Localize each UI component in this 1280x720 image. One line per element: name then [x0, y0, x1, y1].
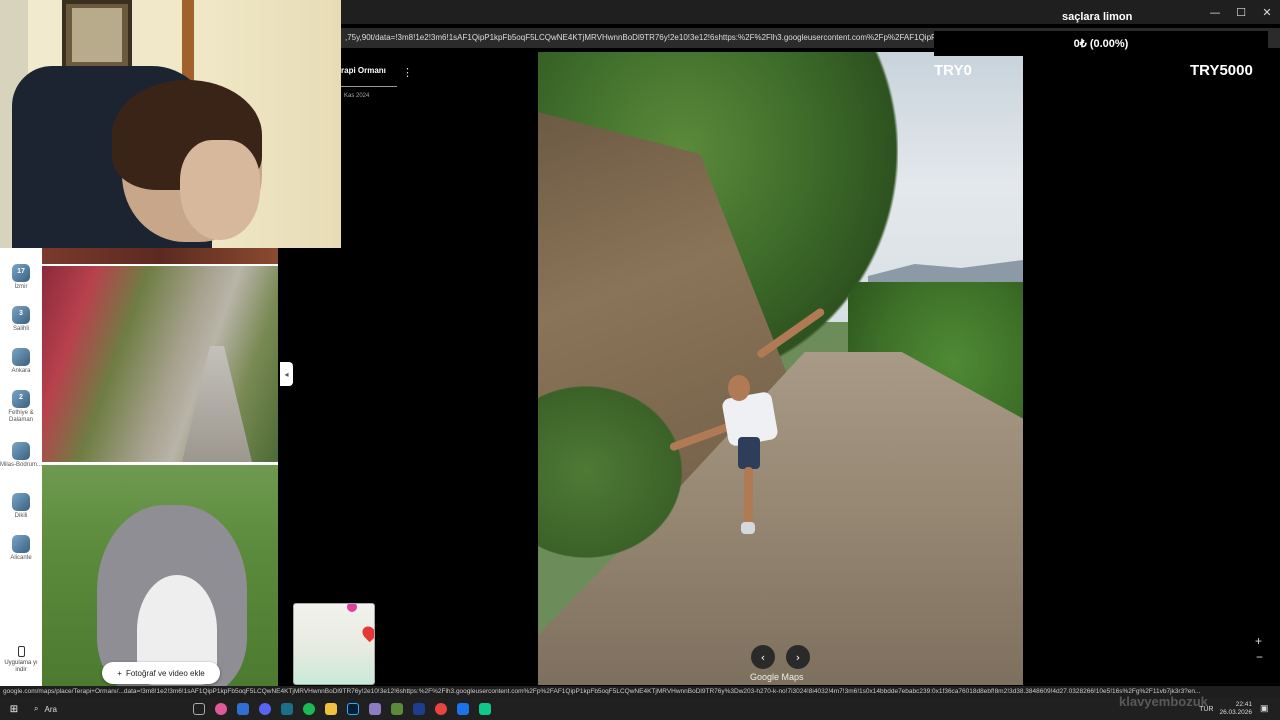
add-photo-button[interactable]: + Fotoğraf ve video ekle	[102, 662, 220, 684]
rail-item-label: Salihli	[12, 326, 29, 332]
window-controls: — ☐ ✕	[1202, 0, 1280, 24]
photoshop-icon[interactable]	[342, 698, 364, 720]
location-marker-icon	[347, 604, 357, 612]
game-controller-icon[interactable]	[364, 698, 386, 720]
search-icon: ⌕	[34, 704, 39, 713]
person-leg	[744, 467, 753, 527]
photo-thumbnail[interactable]	[42, 266, 278, 462]
saved-places-rail: 17 İzmir 3 Salihli Ankara 2 Fethiye & Da…	[0, 248, 42, 688]
webcam-overlay	[0, 0, 341, 248]
next-photo-button[interactable]: ›	[786, 645, 810, 669]
rail-item-fethiye[interactable]: 2 Fethiye & Dalaman	[0, 390, 42, 424]
photo-thumbnail[interactable]	[42, 465, 278, 688]
place-thumbnail: 17	[12, 264, 30, 282]
rail-item-dikili[interactable]: Dikili	[0, 493, 42, 520]
rail-item-label: Ankara	[11, 368, 31, 374]
main-photo[interactable]	[538, 52, 1023, 685]
app-icon[interactable]	[474, 698, 496, 720]
maximize-button[interactable]: ☐	[1228, 0, 1254, 24]
notification-icon[interactable]: ▣	[1260, 703, 1272, 715]
minimize-button[interactable]: —	[1202, 0, 1228, 24]
map-pin-icon	[359, 623, 374, 643]
rail-item-label: Milas-Bodrum...	[0, 462, 43, 468]
add-photo-label: Fotoğraf ve video ekle	[125, 668, 205, 678]
google-maps-watermark: Google Maps	[750, 672, 804, 682]
tab-underline	[341, 86, 397, 87]
close-button[interactable]: ✕	[1254, 0, 1280, 24]
rail-item-ankara[interactable]: Ankara	[0, 348, 42, 375]
place-thumbnail	[12, 493, 30, 511]
photo-bush-left	[538, 372, 698, 572]
app-icon[interactable]	[408, 698, 430, 720]
try-right-label: TRY5000	[1190, 62, 1253, 79]
get-app-link[interactable]: Uygulama yı indir	[0, 646, 42, 674]
place-thumbnail	[12, 535, 30, 553]
rail-item-label: Alicante	[10, 555, 32, 561]
rail-item-label: İzmir	[14, 284, 28, 290]
clock-time: 22:41	[1235, 701, 1252, 708]
rail-item-label: Dikili	[14, 513, 28, 519]
rail-item-izmir[interactable]: 17 İzmir	[0, 264, 42, 291]
clock[interactable]: 22:41 26.03.2026	[1219, 701, 1252, 717]
overlay-title: saçlara limon	[1062, 11, 1133, 23]
folder-icon[interactable]	[320, 698, 342, 720]
person-head	[728, 375, 750, 401]
get-app-label: Uygulama yı indir	[4, 660, 38, 673]
try-left-label: TRY0	[934, 62, 972, 79]
place-thumbnail: 3	[12, 306, 30, 324]
plus-icon: +	[117, 668, 122, 678]
phone-icon	[17, 646, 25, 657]
taskbar: ⊞ ⌕ Ara TUR 22:41 26.03.2026 ▣	[0, 698, 1280, 720]
place-thumbnail	[12, 348, 30, 366]
more-options-icon[interactable]: ⋮	[402, 66, 413, 79]
chrome-icon[interactable]	[430, 698, 452, 720]
balance-box: 0₺ (0.00%)	[934, 31, 1268, 56]
link-status-bar: google.com/maps/place/Terapi+Ormanı/...d…	[0, 686, 1280, 698]
copilot-icon[interactable]	[210, 698, 232, 720]
zoom-out-button[interactable]: −	[1256, 650, 1263, 664]
app-icon[interactable]	[232, 698, 254, 720]
rail-item-salihli[interactable]: 3 Salihli	[0, 306, 42, 333]
thumbnail-road	[182, 346, 252, 462]
window-titlebar: — ☐ ✕	[341, 0, 1280, 24]
taskbar-search[interactable]: ⌕ Ara	[28, 700, 188, 718]
screen: — ☐ ✕ ,75y,90t/data=!3m8!1e2!3m6!1sAF1Qi…	[0, 0, 1280, 720]
person-shoe	[741, 522, 755, 534]
prev-photo-button[interactable]: ‹	[751, 645, 775, 669]
spotify-icon[interactable]	[298, 698, 320, 720]
place-thumbnail: 2	[12, 390, 30, 408]
clock-date: 26.03.2026	[1219, 709, 1252, 716]
zoom-in-button[interactable]: +	[1255, 634, 1262, 648]
photo-gallery: + Fotoğraf ve video ekle	[42, 248, 278, 688]
search-label: Ara	[44, 704, 57, 714]
app-icon[interactable]	[452, 698, 474, 720]
app-icon[interactable]	[276, 698, 298, 720]
stream-watermark: klavyembozuk	[1119, 694, 1208, 709]
webcam-picture-frame	[62, 0, 132, 72]
task-view-icon[interactable]	[188, 698, 210, 720]
minimap[interactable]	[293, 603, 375, 685]
rail-item-label: Fethiye & Dalaman	[8, 410, 34, 423]
person-shorts	[738, 437, 760, 469]
place-thumbnail	[12, 442, 30, 460]
discord-icon[interactable]	[254, 698, 276, 720]
photo-thumbnail[interactable]	[42, 248, 278, 264]
webcam-person-face	[180, 140, 260, 240]
rail-item-alicante[interactable]: Alicante	[0, 535, 42, 562]
minecraft-icon[interactable]	[386, 698, 408, 720]
start-button[interactable]: ⊞	[0, 698, 28, 720]
rail-item-milas[interactable]: Milas-Bodrum...	[0, 442, 42, 469]
collapse-panel-button[interactable]: ◂	[280, 362, 293, 386]
photo-date: Kas 2024	[344, 93, 370, 99]
place-name: rapi Ormanı	[341, 66, 386, 75]
